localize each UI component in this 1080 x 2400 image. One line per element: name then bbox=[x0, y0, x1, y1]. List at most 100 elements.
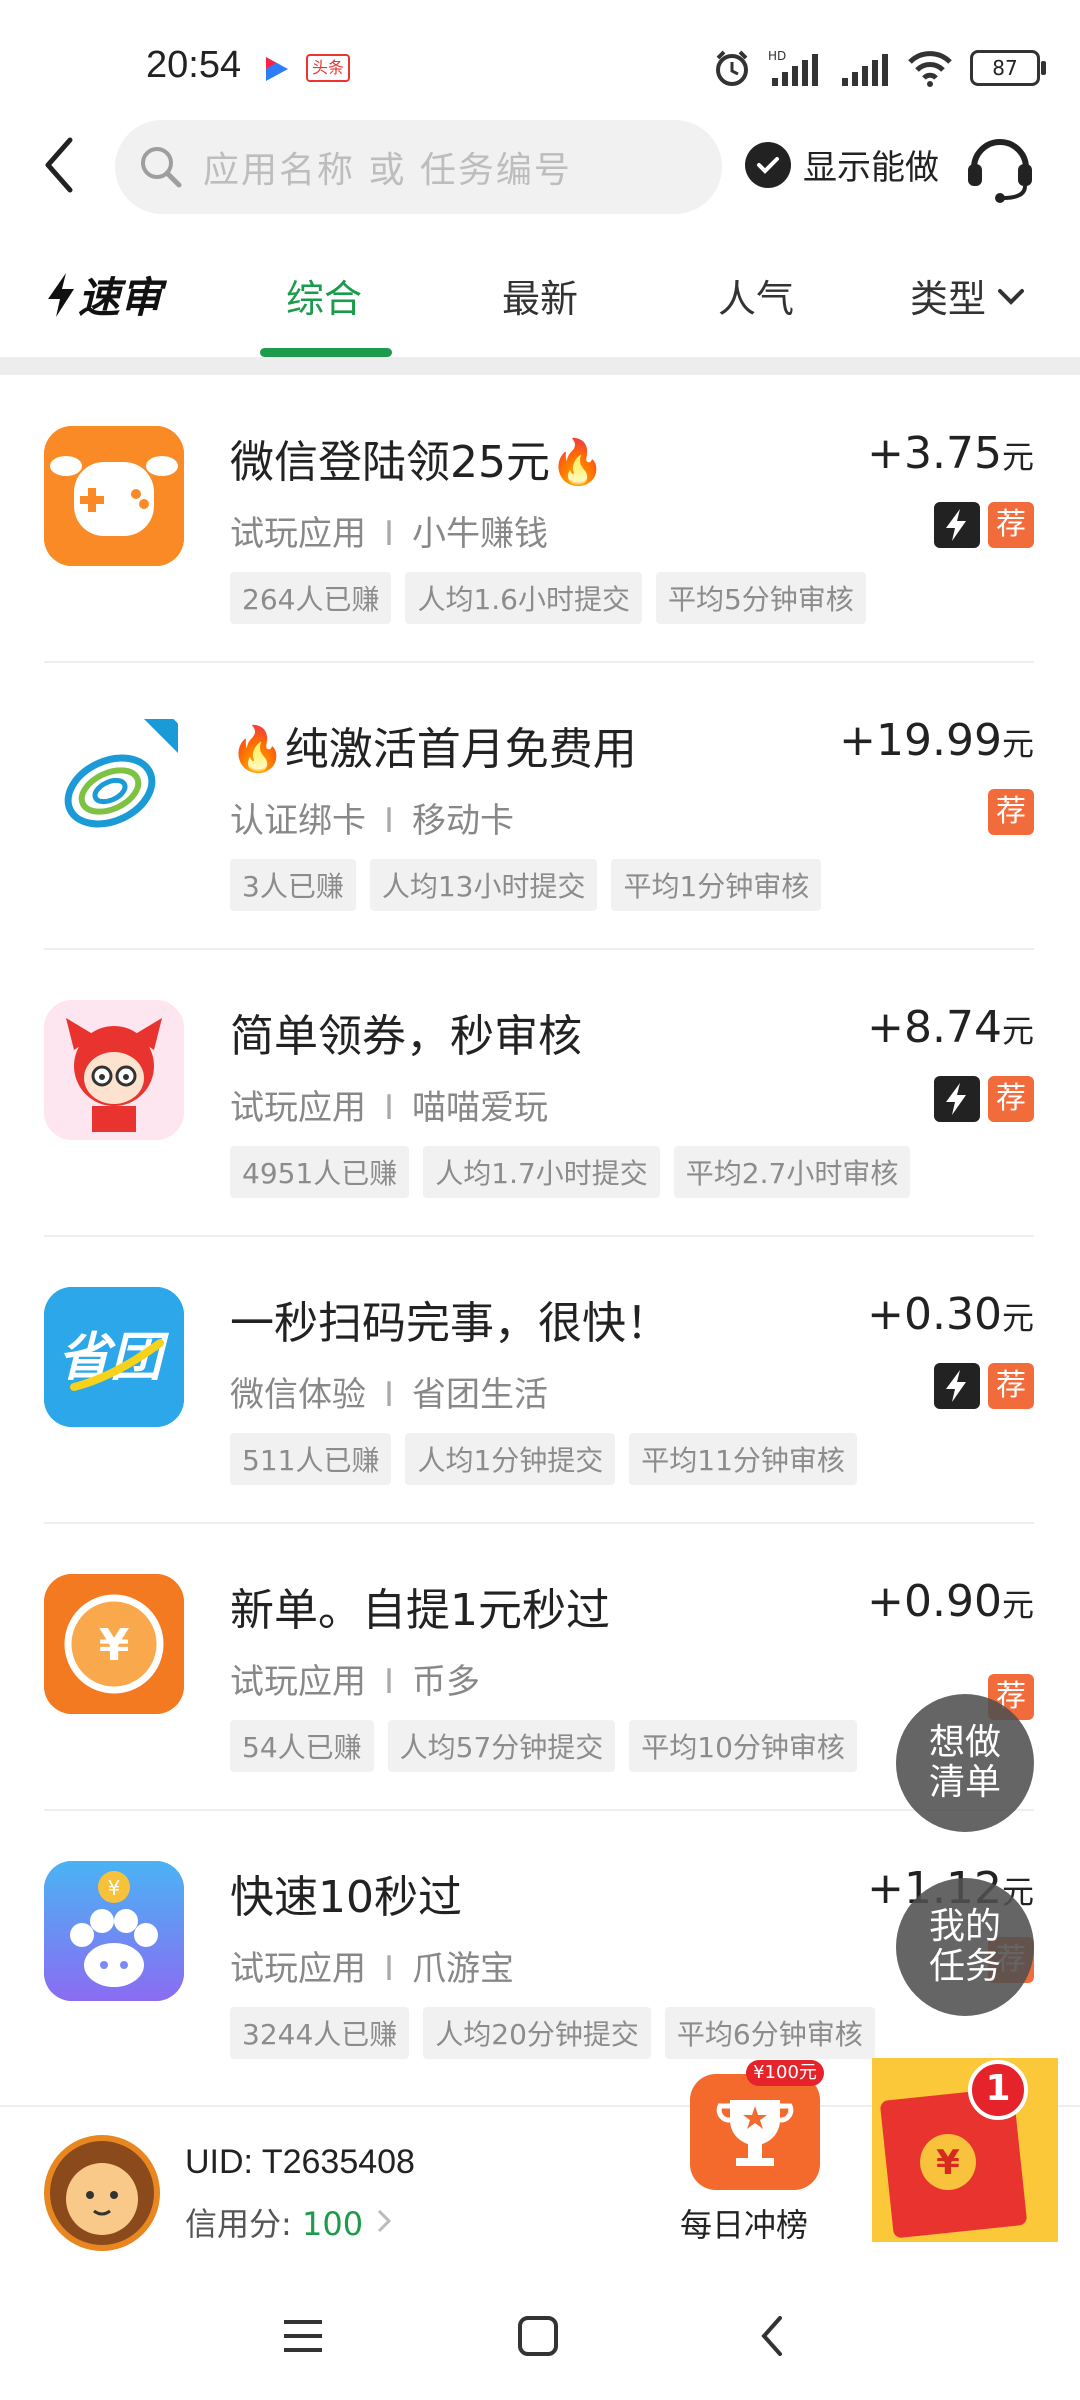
stat-chip: 511人已赚 bbox=[230, 1433, 392, 1485]
price-unit: 元 bbox=[1001, 438, 1034, 476]
customer-service-icon[interactable] bbox=[962, 128, 1038, 204]
price-value: +0.30 bbox=[867, 1289, 1002, 1340]
paw-icon: ¥ bbox=[44, 1861, 184, 2001]
separator: I bbox=[384, 1375, 395, 1415]
svg-text:¥: ¥ bbox=[99, 1620, 130, 1671]
task-category: 试玩应用 bbox=[230, 1949, 366, 1989]
wish-list-button[interactable]: 想做 清单 bbox=[896, 1694, 1034, 1832]
task-title: 微信登陆领25元🔥 bbox=[230, 437, 605, 488]
task-meta: 认证绑卡 I 移动卡 bbox=[230, 793, 514, 842]
cow-icon bbox=[44, 426, 184, 566]
red-packet-button[interactable]: ¥ 1 bbox=[872, 2058, 1058, 2242]
search-input[interactable]: 应用名称 或 任务编号 bbox=[115, 120, 722, 214]
fast-badge-icon bbox=[934, 1363, 980, 1409]
task-app: 喵喵爱玩 bbox=[412, 1088, 549, 1128]
task-item[interactable]: 省团 一秒扫码完事，很快！ 微信体验 I 省团生活 511人已赚 人均1分钟提交 平… bbox=[0, 1237, 1080, 1524]
stat-chip: 人均57分钟提交 bbox=[387, 1720, 616, 1772]
active-tab-indicator bbox=[260, 348, 392, 357]
menu-icon[interactable] bbox=[280, 2316, 326, 2356]
alarm-icon bbox=[716, 50, 748, 86]
recommended-badge: 荐 bbox=[988, 1076, 1034, 1122]
task-price: +3.75元 bbox=[867, 428, 1034, 479]
fast-badge-icon bbox=[934, 1076, 980, 1122]
task-meta: 试玩应用 I 爪游宝 bbox=[230, 1941, 514, 1990]
task-title: 快速10秒过 bbox=[230, 1872, 462, 1923]
task-category: 试玩应用 bbox=[230, 514, 366, 554]
svg-text:省团: 省团 bbox=[58, 1328, 170, 1388]
price-value: +0.90 bbox=[867, 1576, 1002, 1627]
recommended-badge: 荐 bbox=[988, 789, 1034, 835]
task-category: 试玩应用 bbox=[230, 1088, 366, 1128]
credit-label: 信用分: bbox=[185, 2205, 302, 2243]
task-price: +8.74元 bbox=[867, 1002, 1034, 1053]
task-meta: 微信体验 I 省团生活 bbox=[230, 1367, 548, 1416]
divider bbox=[0, 357, 1080, 375]
task-badges: 荐 bbox=[934, 502, 1034, 548]
my-tasks-button[interactable]: 我的 任务 bbox=[896, 1878, 1034, 2016]
svg-text:HD: HD bbox=[768, 49, 786, 63]
home-icon[interactable] bbox=[516, 2314, 560, 2358]
toutiao-badge: 头条 bbox=[306, 54, 351, 82]
price-unit: 元 bbox=[1001, 725, 1034, 763]
stat-chip: 平均6分钟审核 bbox=[664, 2007, 875, 2059]
task-item[interactable]: 简单领券，秒审核 试玩应用 I 喵喵爱玩 4951人已赚 人均1.7小时提交 平均2… bbox=[0, 950, 1080, 1237]
stat-chip: 3人已赚 bbox=[230, 859, 356, 911]
lightning-icon bbox=[48, 272, 74, 317]
task-app: 币多 bbox=[412, 1662, 481, 1702]
tab-type[interactable]: 类型 bbox=[910, 268, 1028, 323]
chevron-right-icon bbox=[378, 2209, 392, 2233]
task-category: 微信体验 bbox=[230, 1375, 366, 1415]
task-app: 爪游宝 bbox=[412, 1949, 515, 1989]
stat-chip: 平均2.7小时审核 bbox=[673, 1146, 911, 1198]
separator: I bbox=[384, 1088, 395, 1128]
task-item[interactable]: 微信登陆领25元🔥 试玩应用 I 小牛赚钱 264人已赚 人均1.6小时提交 平均5… bbox=[0, 376, 1080, 663]
task-title: 简单领券，秒审核 bbox=[230, 1011, 582, 1062]
task-stats: 511人已赚 人均1分钟提交 平均11分钟审核 bbox=[230, 1433, 857, 1485]
shengtuan-icon: 省团 bbox=[44, 1287, 184, 1427]
signal-hd-icon: HD bbox=[768, 49, 818, 86]
credit-score[interactable]: 信用分: 100 bbox=[185, 2199, 395, 2245]
task-title: 一秒扫码完事，很快！ bbox=[230, 1298, 670, 1349]
battery-indicator: 87 bbox=[970, 50, 1046, 86]
separator: I bbox=[384, 514, 395, 554]
checkmark-icon bbox=[745, 141, 791, 188]
notification-count: 1 bbox=[985, 2068, 1011, 2109]
task-title: 🔥纯激活首月免费用 bbox=[230, 724, 637, 775]
back-arrow-icon[interactable] bbox=[34, 130, 86, 200]
task-price: +0.30元 bbox=[867, 1289, 1034, 1340]
daily-rank-button[interactable]: ¥100元 bbox=[686, 2060, 824, 2190]
tab-comprehensive[interactable]: 综合 bbox=[286, 268, 362, 323]
tab-popular[interactable]: 人气 bbox=[718, 268, 794, 323]
task-stats: 54人已赚 人均57分钟提交 平均10分钟审核 bbox=[230, 1720, 857, 1772]
stat-chip: 264人已赚 bbox=[230, 572, 392, 624]
video-app-icon bbox=[266, 57, 288, 81]
fast-badge-icon bbox=[934, 502, 980, 548]
tab-latest[interactable]: 最新 bbox=[502, 268, 578, 323]
task-price: +0.90元 bbox=[867, 1576, 1034, 1627]
speed-review-tab[interactable]: 速审 bbox=[44, 264, 162, 325]
task-category: 认证绑卡 bbox=[230, 801, 366, 841]
price-unit: 元 bbox=[1001, 1299, 1034, 1337]
separator: I bbox=[384, 1662, 395, 1702]
stat-chip: 人均1分钟提交 bbox=[405, 1433, 616, 1485]
task-badges: 荐 bbox=[934, 1076, 1034, 1122]
separator: I bbox=[384, 801, 395, 841]
task-app: 省团生活 bbox=[412, 1375, 549, 1415]
task-app: 小牛赚钱 bbox=[412, 514, 549, 554]
stat-chip: 人均20分钟提交 bbox=[423, 2007, 651, 2059]
task-item[interactable]: 🔥纯激活首月免费用 认证绑卡 I 移动卡 3人已赚 人均13小时提交 平均1分钟审核… bbox=[0, 663, 1080, 950]
stat-chip: 平均10分钟审核 bbox=[629, 1720, 857, 1772]
recommended-badge: 荐 bbox=[988, 502, 1034, 548]
task-price: +19.99元 bbox=[839, 715, 1034, 766]
price-value: +19.99 bbox=[839, 715, 1002, 766]
avatar[interactable] bbox=[44, 2135, 160, 2251]
yen-coin-icon: ¥ bbox=[44, 1574, 184, 1714]
speed-review-label: 速审 bbox=[78, 273, 163, 322]
task-stats: 264人已赚 人均1.6小时提交 平均5分钟审核 bbox=[230, 572, 866, 624]
svg-text:¥: ¥ bbox=[936, 2143, 960, 2183]
back-nav-icon[interactable] bbox=[756, 2312, 788, 2360]
show-can-do-toggle[interactable]: 显示能做 bbox=[745, 140, 939, 189]
stat-chip: 54人已赚 bbox=[230, 1720, 374, 1772]
system-nav-bar bbox=[0, 2270, 1080, 2400]
cat-girl-icon bbox=[44, 1000, 184, 1140]
